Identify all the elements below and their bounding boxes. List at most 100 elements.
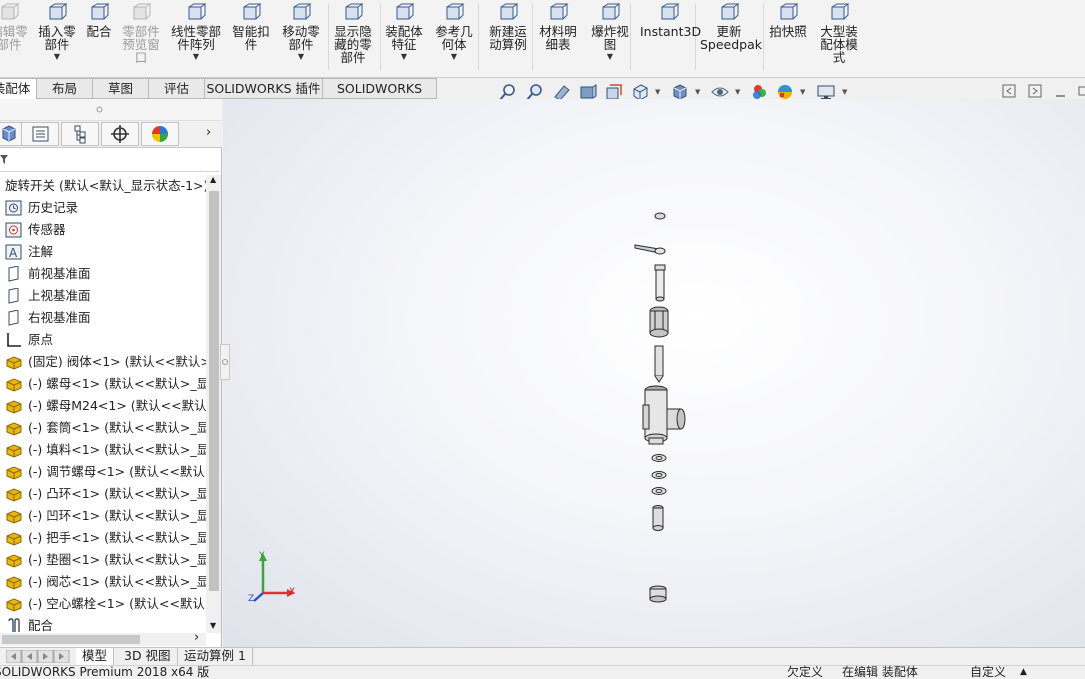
part-nut[interactable] (649, 306, 669, 338)
scroll-thumb[interactable] (2, 635, 140, 644)
chevron-down-icon[interactable]: ▼ (432, 53, 476, 61)
chevron-up-icon[interactable]: ▲ (1020, 666, 1027, 679)
chevron-down-icon[interactable]: ▼ (655, 88, 660, 96)
large-assembly-mode-button[interactable]: 大型装 配体模 式 (816, 2, 862, 74)
property-manager-tab[interactable] (21, 122, 59, 146)
tile-left-icon[interactable] (1002, 84, 1016, 98)
chevron-right-icon[interactable]: › (206, 125, 211, 140)
exploded-assembly-model[interactable] (223, 99, 1085, 647)
tree-item-component[interactable]: (固定) 阀体<1> (默认<<默认>_显 (0, 351, 206, 373)
tile-right-icon[interactable] (1028, 84, 1042, 98)
linear-pattern-button[interactable]: 线性零部 件阵列 ▼ (168, 2, 224, 74)
triad-z-label: Z (248, 594, 255, 604)
part-sleeve[interactable] (652, 505, 664, 531)
chevron-down-icon[interactable]: ▼ (278, 53, 324, 61)
tab-sketch[interactable]: 草图 (92, 78, 149, 99)
tree-item[interactable]: 原点 (0, 329, 206, 351)
chevron-down-icon[interactable]: ▼ (588, 53, 632, 61)
tree-item[interactable]: 右视基准面 (0, 307, 206, 329)
tree-item-component[interactable]: (-) 螺母M24<1> (默认<<默认>_ (0, 395, 206, 417)
ribbon-button-label: 线性零部 件阵列 (170, 24, 221, 52)
tab-layout[interactable]: 布局 (36, 78, 93, 99)
reference-geometry-button[interactable]: 参考几 何体 ▼ (432, 2, 476, 74)
scroll-thumb[interactable] (209, 191, 219, 591)
tree-item[interactable]: A 注解 (0, 241, 206, 263)
configuration-manager-tab[interactable] (61, 122, 99, 146)
smart-fasteners-button[interactable]: 智能扣 件 (230, 2, 272, 74)
tab-assembly[interactable]: 装配体 (0, 78, 37, 99)
status-units-custom[interactable]: 自定义 (970, 666, 1006, 679)
tree-item[interactable]: 历史记录 (0, 197, 206, 219)
update-speedpak-button[interactable]: 更新 Speedpak (700, 2, 762, 74)
tree-horizontal-scrollbar[interactable]: › (0, 630, 206, 646)
tree-item-component[interactable]: (-) 把手<1> (默认<<默认>_显示 (0, 527, 206, 549)
part-convex-ring[interactable] (651, 454, 667, 462)
tab-motion-study-1[interactable]: 运动算例 1 (178, 648, 253, 666)
tree-item-component[interactable]: (-) 阀芯<1> (默认<<默认>_显示 (0, 571, 206, 593)
part-hollow-bolt[interactable] (649, 585, 667, 603)
tab-model[interactable]: 模型 (76, 648, 115, 666)
tab-solidworks-mbd[interactable]: SOLIDWORKS MBD (322, 78, 437, 115)
ribbon-separator (478, 4, 479, 70)
tree-item-component[interactable]: (-) 凹环<1> (默认<<默认>_显示 (0, 505, 206, 527)
sensor-icon (5, 222, 22, 238)
part-icon (6, 422, 22, 436)
tab-evaluate[interactable]: 评估 (148, 78, 205, 99)
show-hidden-button[interactable]: 显示隐 藏的零 部件 (330, 2, 376, 74)
chevron-down-icon[interactable]: ▼ (695, 88, 700, 96)
tree-item-component[interactable]: (-) 套筒<1> (默认<<默认>_显示 (0, 417, 206, 439)
mate-button[interactable]: 配合 (83, 2, 115, 74)
tab-3d-views[interactable]: 3D 视图 (118, 648, 178, 666)
part-valve-core[interactable] (654, 345, 664, 383)
chevron-down-icon[interactable]: ▼ (168, 53, 224, 61)
part-concave-ring[interactable] (651, 471, 667, 479)
tree-item[interactable]: 前视基准面 (0, 263, 206, 285)
tree-vertical-scrollbar[interactable]: ▲ ▼ (206, 175, 221, 633)
manager-tabs: › (0, 121, 222, 148)
chevron-down-icon[interactable]: ▼ (735, 88, 740, 96)
tab-solidworks-addins[interactable]: SOLIDWORKS 插件 (204, 78, 323, 99)
part-valve-body[interactable] (642, 385, 686, 445)
tree-filter-bar[interactable] (0, 148, 220, 172)
part-handle[interactable] (634, 244, 666, 255)
assembly-features-button[interactable]: 装配体 特征 ▼ (383, 2, 425, 74)
tree-item-component[interactable]: (-) 空心螺栓<1> (默认<<默认>_ (0, 593, 206, 615)
display-manager-tab[interactable] (141, 122, 179, 146)
scroll-up-icon[interactable]: ▲ (210, 175, 216, 184)
chevron-down-icon[interactable]: ▼ (800, 88, 805, 96)
part-washer[interactable] (651, 487, 667, 495)
component-preview-button[interactable]: 零部件 预览窗 口 (118, 2, 164, 74)
minimize-icon[interactable] (1054, 84, 1068, 98)
exploded-view-button[interactable]: 爆炸视 图 ▼ (588, 2, 632, 74)
scroll-down-icon[interactable]: ▼ (210, 621, 216, 630)
panel-collapse-handle[interactable] (220, 344, 230, 380)
bill-of-materials-button[interactable]: 材料明 细表 (536, 2, 580, 74)
chevron-down-icon[interactable]: ▼ (383, 53, 425, 61)
part-small-nut[interactable] (654, 212, 666, 220)
move-component-button[interactable]: 移动零 部件 ▼ (278, 2, 324, 74)
scroll-right-icon[interactable]: › (194, 630, 199, 645)
tree-item-component[interactable]: (-) 凸环<1> (默认<<默认>_显示 (0, 483, 206, 505)
chevron-down-icon[interactable]: ▼ (36, 53, 78, 61)
panel-grip[interactable] (0, 99, 222, 121)
tree-item-component[interactable]: (-) 垫圈<1> (默认<<默认>_显示 (0, 549, 206, 571)
restore-icon[interactable] (1076, 84, 1085, 98)
instant3d-button[interactable]: Instant3D (640, 2, 701, 74)
tree-item-component[interactable]: (-) 螺母<1> (默认<<默认>_显示 (0, 373, 206, 395)
new-motion-study-button[interactable]: 新建运 动算例 (484, 2, 532, 74)
tree-item[interactable]: 配合 (0, 615, 206, 633)
graphics-area[interactable]: Y X Z (223, 99, 1085, 647)
chevron-down-icon[interactable]: ▼ (842, 88, 847, 96)
part-adjusting-nut[interactable] (654, 264, 666, 302)
status-bar: SOLIDWORKS Premium 2018 x64 版 欠定义 在编辑 装配… (0, 665, 1085, 679)
tree-item[interactable]: 上视基准面 (0, 285, 206, 307)
dimxpert-manager-tab[interactable] (101, 122, 139, 146)
tab-scroll-buttons[interactable] (5, 649, 72, 664)
take-snapshot-button[interactable]: 拍快照 (765, 2, 811, 74)
tree-item-component[interactable]: (-) 调节螺母<1> (默认<<默认>_ (0, 461, 206, 483)
edit-component-button[interactable]: 编辑零 部件 (0, 2, 32, 74)
tree-root-assembly[interactable]: 旋转开关 (默认<默认_显示状态-1>) (0, 175, 206, 197)
insert-components-button[interactable]: 插入零 部件 ▼ (36, 2, 78, 74)
tree-item-component[interactable]: (-) 填料<1> (默认<<默认>_显示 (0, 439, 206, 461)
tree-item[interactable]: 传感器 (0, 219, 206, 241)
